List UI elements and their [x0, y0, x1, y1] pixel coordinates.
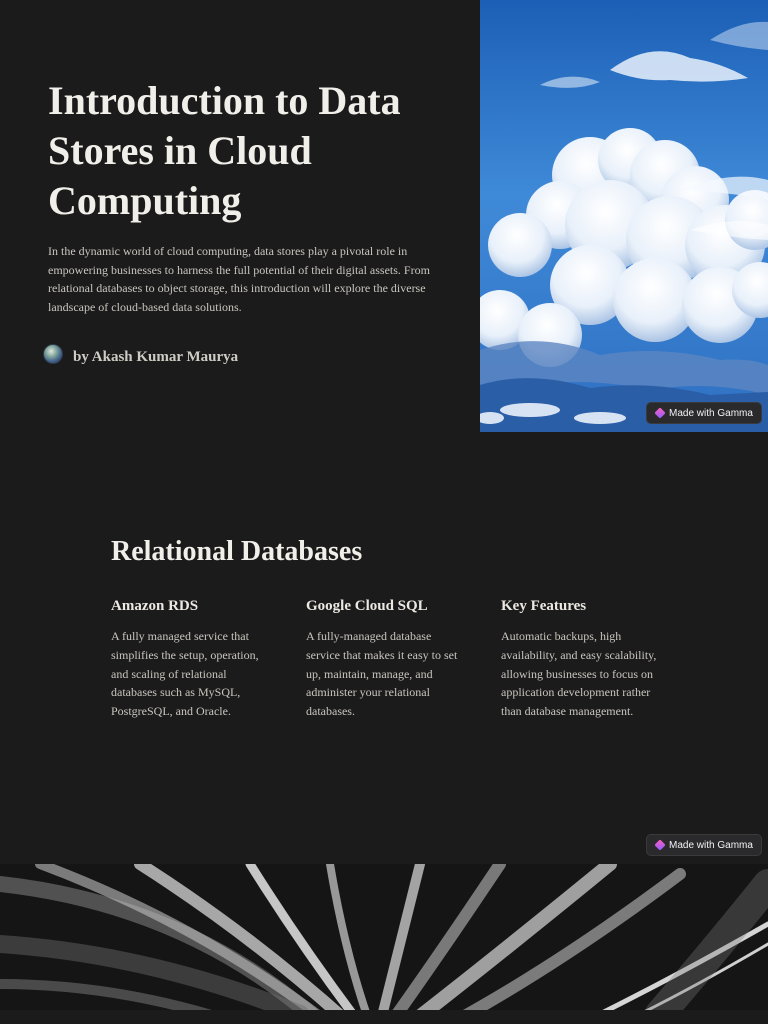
author-row: by Akash Kumar Maurya [43, 344, 239, 365]
column-heading: Amazon RDS [111, 598, 199, 614]
column-google-cloud-sql: Google Cloud SQL A fully-managed databas… [306, 598, 466, 721]
cloud-sky-image [480, 0, 768, 432]
column-heading: Google Cloud SQL [306, 598, 428, 614]
column-heading: Key Features [501, 598, 587, 614]
author-name: by Akash Kumar Maurya [73, 348, 239, 365]
column-text: A fully-managed database service that ma… [306, 629, 458, 719]
slide-title: Introduction to Data Stores in Cloud Com… [48, 78, 401, 223]
abstract-streaks-image [0, 864, 768, 1024]
column-key-features: Key Features Automatic backups, high ava… [501, 598, 661, 721]
badge-label: Made with Gamma [669, 839, 753, 851]
made-with-gamma-badge[interactable]: Made with Gamma [646, 834, 762, 856]
column-text: A fully managed service that simplifies … [111, 629, 259, 719]
slide-relational-databases: Relational Databases Amazon RDS A fully … [0, 432, 768, 864]
section-title: Relational Databases [111, 536, 363, 567]
slide-abstract-image [0, 864, 768, 1024]
column-text: Automatic backups, high availability, an… [501, 629, 657, 719]
gamma-logo-icon [654, 839, 666, 851]
gamma-logo-icon [654, 407, 666, 419]
made-with-gamma-badge[interactable]: Made with Gamma [646, 402, 762, 424]
bottom-bar [0, 1010, 768, 1024]
badge-label: Made with Gamma [669, 407, 753, 419]
column-amazon-rds: Amazon RDS A fully managed service that … [111, 598, 271, 721]
author-avatar [43, 344, 63, 364]
slide-intro: Introduction to Data Stores in Cloud Com… [0, 0, 768, 432]
intro-paragraph: In the dynamic world of cloud computing,… [48, 244, 430, 315]
